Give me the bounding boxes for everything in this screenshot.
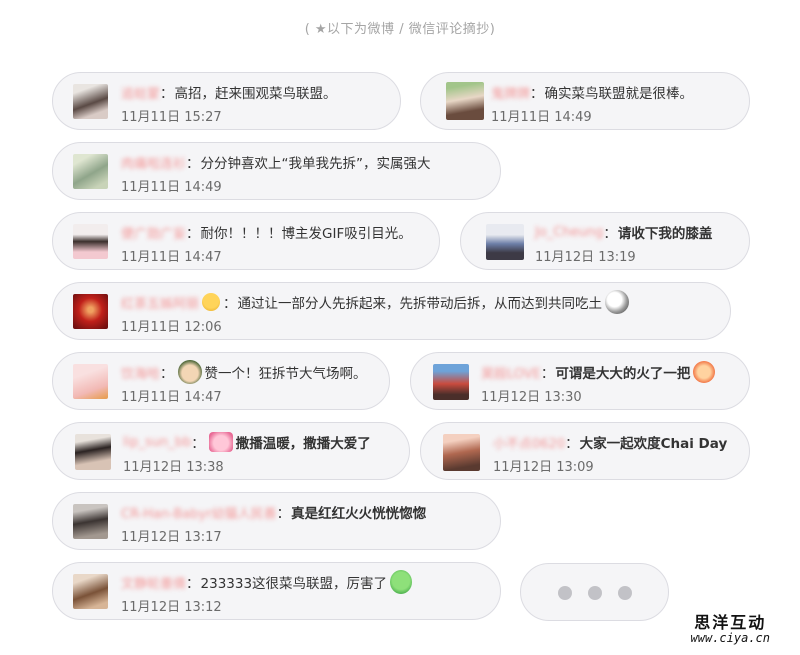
comment-bubble: 小不点0620：大家一起欢度Chai Day 11月12日 13:09 xyxy=(420,422,750,480)
comment-time: 11月11日 14:47 xyxy=(121,390,222,405)
avatar xyxy=(73,364,108,399)
commenter-name: 文静轮墨倩 xyxy=(121,576,187,592)
watermark-text: 思洋互动 xyxy=(694,613,767,632)
comment-bubble: CR-Han-Babyr幼猫人民善：真是红红火火恍恍惚惚 11月12日 13:1… xyxy=(52,492,501,550)
avatar xyxy=(73,84,108,119)
comment-text: 分分钟喜欢上“我单我先拆”，实属强大 xyxy=(200,156,431,172)
commenter-name: CR-Han-Babyr幼猫人民善 xyxy=(121,506,277,522)
more-ellipsis-bubble[interactable] xyxy=(520,563,669,621)
commenter-name: 饮海哈 xyxy=(121,366,161,382)
comment-time: 11月11日 12:06 xyxy=(121,320,222,335)
cartoon-boy-emoji-icon xyxy=(177,360,202,384)
commenter-name: 肉痛啦连衫 xyxy=(121,156,187,172)
comment-time: 11月12日 13:19 xyxy=(535,250,636,265)
commenter-name: lip_sun_bb xyxy=(123,434,192,450)
commenter-name: 追蛀蒙 xyxy=(121,86,161,102)
avatar xyxy=(446,82,484,120)
comment-bubble: 红茶五姊阿丽 ：通过让一部分人先拆起来，先拆带动后拆，从而达到共同吃土 11月1… xyxy=(52,282,731,340)
avatar xyxy=(75,434,111,470)
comment-bubble: 文静轮墨倩： 233333这很菜鸟联盟，厉害了 11月12日 13:12 xyxy=(52,562,501,620)
comment-time: 11月12日 13:38 xyxy=(123,460,224,475)
commenter-name: Jo_Cheung xyxy=(535,224,604,240)
comment-text: 通过让一部分人先拆起来，先拆带动后拆，从而达到共同吃土 xyxy=(237,296,603,312)
comment-bubble: 饮海哈： 赞一个！狂拆节大气场啊。 11月11日 14:47 xyxy=(52,352,390,410)
avatar xyxy=(73,504,108,539)
comment-time: 11月12日 13:30 xyxy=(481,390,582,405)
fire-face-emoji-icon xyxy=(693,361,716,383)
comment-text: 耐你！！！！博主发GIF吸引目光。 xyxy=(200,226,412,242)
comment-bubble: Jo_Cheung：请收下我的膝盖 11月12日 13:19 xyxy=(460,212,750,270)
comment-time: 11月11日 14:49 xyxy=(491,110,592,125)
commenter-name: 鬼牌牌 xyxy=(491,86,531,102)
commenter-name: 便广勋广妄 xyxy=(121,226,187,242)
section-caption: ( ★以下为微博 / 微信评论摘抄) xyxy=(304,22,496,37)
avatar xyxy=(73,294,108,329)
comment-time: 11月12日 13:17 xyxy=(121,530,222,545)
comment-bubble: 便广勋广妄：耐你！！！！博主发GIF吸引目光。 11月11日 14:47 xyxy=(52,212,440,270)
heart-eyes-emoji-icon xyxy=(202,293,221,311)
watermark-url: www.ciya.cn xyxy=(690,630,770,645)
avatar xyxy=(433,364,469,400)
comment-text: 真是红红火火恍恍惚惚 xyxy=(291,506,427,522)
ellipsis-dot xyxy=(558,586,572,600)
comment-time: 11月12日 13:12 xyxy=(121,600,222,615)
ellipsis-dot xyxy=(618,586,632,600)
comment-text: 请收下我的膝盖 xyxy=(617,226,713,242)
comment-text: 233333这很菜鸟联盟，厉害了 xyxy=(200,576,388,592)
avatar xyxy=(486,224,524,260)
avatar xyxy=(73,154,108,189)
comment-bubble: 肉痛啦连衫：分分钟喜欢上“我单我先拆”，实属强大 11月11日 14:49 xyxy=(52,142,501,200)
avatar xyxy=(443,434,480,471)
comment-time: 11月12日 13:09 xyxy=(493,460,594,475)
commenter-name: 小不点0620 xyxy=(493,436,566,452)
comment-time: 11月11日 15:27 xyxy=(121,110,222,125)
pink-bunny-emoji-icon xyxy=(208,432,233,452)
comment-time: 11月11日 14:49 xyxy=(121,180,222,195)
comment-text: 可谓是大大的火了一把 xyxy=(555,366,691,382)
comment-bubble: 追蛀蒙：高招，赶来围观菜鸟联盟。 11月11日 15:27 xyxy=(52,72,401,130)
commenter-name: 红茶五姊阿丽 xyxy=(121,296,200,312)
comment-time: 11月11日 14:47 xyxy=(121,250,222,265)
comment-bubble: 昊殴LOVE：可谓是大大的火了一把 11月12日 13:30 xyxy=(410,352,750,410)
comment-text: 确实菜鸟联盟就是很棒。 xyxy=(544,86,694,102)
comment-text: 撒播温暖，撒播大爱了 xyxy=(235,436,371,452)
watermark-logo: 思洋互动 www.ciya.cn xyxy=(690,613,770,645)
green-creature-emoji-icon xyxy=(390,570,413,594)
comment-bubble: 鬼牌牌：确实菜鸟联盟就是很棒。 11月11日 14:49 xyxy=(420,72,750,130)
comment-text: 高招，赶来围观菜鸟联盟。 xyxy=(174,86,337,102)
avatar xyxy=(73,224,108,259)
cartoon-face-emoji-icon xyxy=(605,290,630,314)
comment-text: 赞一个！狂拆节大气场啊。 xyxy=(204,366,367,382)
commenter-name: 昊殴LOVE xyxy=(481,366,541,382)
comment-text: 大家一起欢度Chai Day xyxy=(579,436,728,452)
avatar xyxy=(73,574,108,609)
ellipsis-dot xyxy=(588,586,602,600)
comment-bubble: lip_sun_bb： 撒播温暖，撒播大爱了 11月12日 13:38 xyxy=(52,422,410,480)
